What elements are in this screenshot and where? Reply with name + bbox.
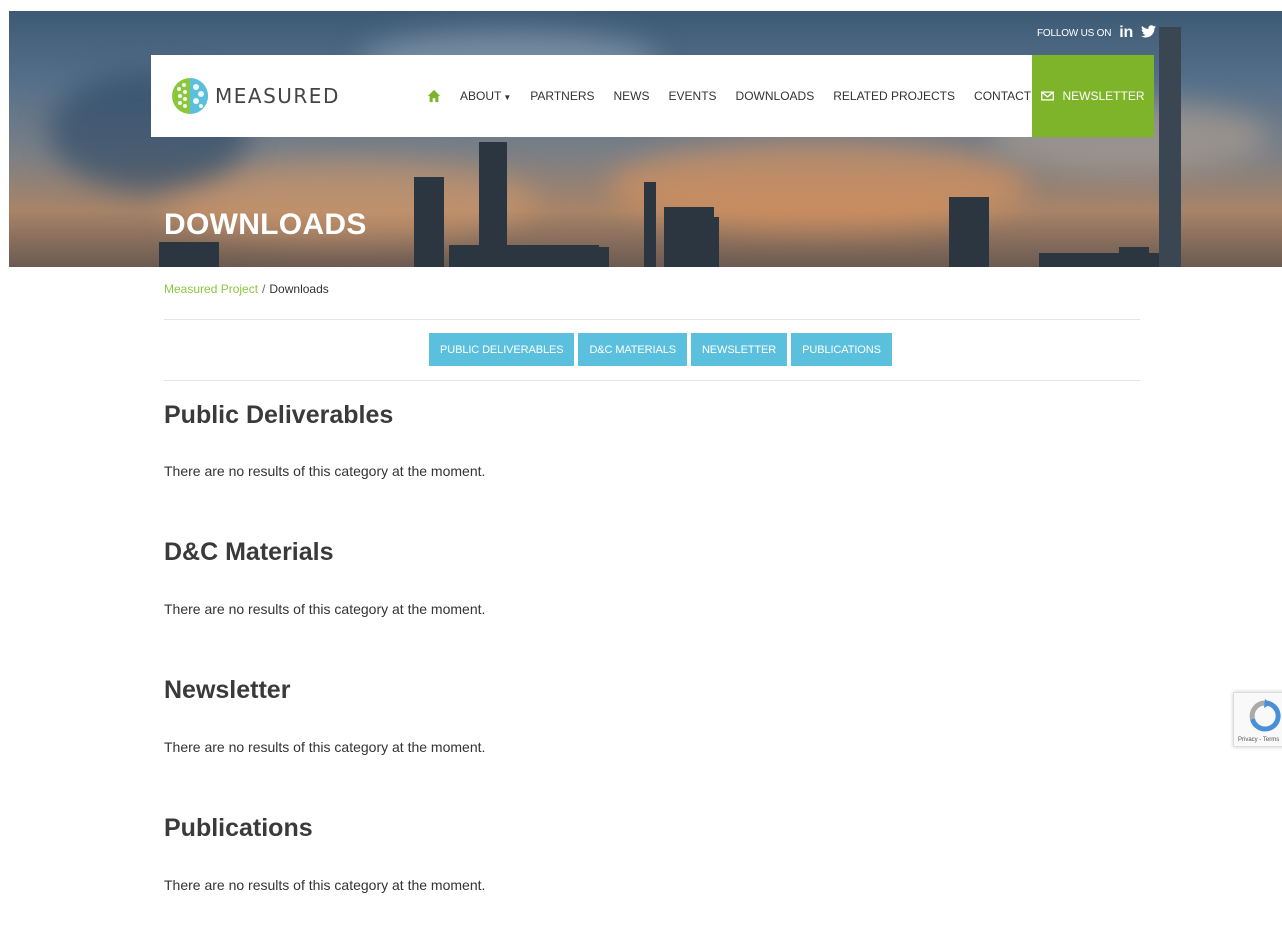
main-navbar: MEASURED ABOUT ▼ PARTNERS NEWS EVENTS DOW… bbox=[151, 55, 1154, 137]
section-title-publications: Publications bbox=[164, 814, 313, 842]
follow-us: FOLLOW US ON in bbox=[1037, 24, 1157, 42]
section-empty-text: There are no results of this category at… bbox=[164, 739, 486, 755]
page-title: DOWNLOADS bbox=[164, 208, 367, 241]
filter-dc-materials[interactable]: D&C MATERIALS bbox=[578, 333, 687, 366]
filter-publications[interactable]: PUBLICATIONS bbox=[791, 333, 892, 366]
nav-item-contact[interactable]: CONTACT bbox=[974, 89, 1031, 103]
filter-public-deliverables[interactable]: PUBLIC DELIVERABLES bbox=[429, 333, 575, 366]
logo-wordmark: MEASURED bbox=[215, 84, 340, 108]
breadcrumb-separator: / bbox=[262, 282, 266, 296]
home-icon[interactable] bbox=[427, 89, 441, 103]
twitter-icon[interactable] bbox=[1141, 25, 1157, 41]
site-logo[interactable]: MEASURED bbox=[171, 77, 340, 115]
recaptcha-terms[interactable]: Privacy - Terms bbox=[1238, 737, 1279, 743]
newsletter-label: NEWSLETTER bbox=[1062, 89, 1145, 103]
category-filters: PUBLIC DELIVERABLES D&C MATERIALS NEWSLE… bbox=[429, 333, 892, 366]
linkedin-icon[interactable]: in bbox=[1119, 24, 1133, 42]
nav-item-related-projects[interactable]: RELATED PROJECTS bbox=[833, 89, 955, 103]
section-title-dc-materials: D&C Materials bbox=[164, 538, 334, 566]
breadcrumb-home-link[interactable]: Measured Project bbox=[164, 282, 258, 296]
primary-nav: ABOUT ▼ PARTNERS NEWS EVENTS DOWNLOADS RE… bbox=[427, 55, 1063, 137]
recaptcha-icon bbox=[1249, 699, 1281, 732]
section-empty-text: There are no results of this category at… bbox=[164, 877, 486, 893]
logo-globe-icon bbox=[172, 78, 208, 114]
nav-item-partners[interactable]: PARTNERS bbox=[530, 89, 594, 103]
newsletter-button[interactable]: NEWSLETTER bbox=[1032, 55, 1154, 137]
nav-item-about[interactable]: ABOUT ▼ bbox=[460, 89, 511, 103]
follow-label: FOLLOW US ON bbox=[1037, 27, 1112, 39]
section-empty-text: There are no results of this category at… bbox=[164, 463, 486, 479]
divider bbox=[164, 380, 1140, 381]
nav-item-events[interactable]: EVENTS bbox=[669, 89, 717, 103]
caret-down-icon: ▼ bbox=[503, 93, 512, 102]
envelope-icon bbox=[1041, 91, 1055, 101]
recaptcha-badge[interactable]: Privacy - Terms bbox=[1233, 692, 1282, 747]
section-title-newsletter: Newsletter bbox=[164, 676, 291, 704]
filter-newsletter[interactable]: NEWSLETTER bbox=[690, 333, 788, 366]
nav-item-news[interactable]: NEWS bbox=[614, 89, 650, 103]
breadcrumb: Measured Project / Downloads bbox=[164, 282, 329, 296]
breadcrumb-current: Downloads bbox=[269, 282, 329, 296]
section-empty-text: There are no results of this category at… bbox=[164, 601, 486, 617]
nav-item-downloads[interactable]: DOWNLOADS bbox=[736, 89, 815, 103]
divider bbox=[164, 319, 1140, 320]
section-title-public-deliverables: Public Deliverables bbox=[164, 401, 394, 429]
hero-banner: FOLLOW US ON in DOWNLOADS bbox=[9, 11, 1282, 267]
